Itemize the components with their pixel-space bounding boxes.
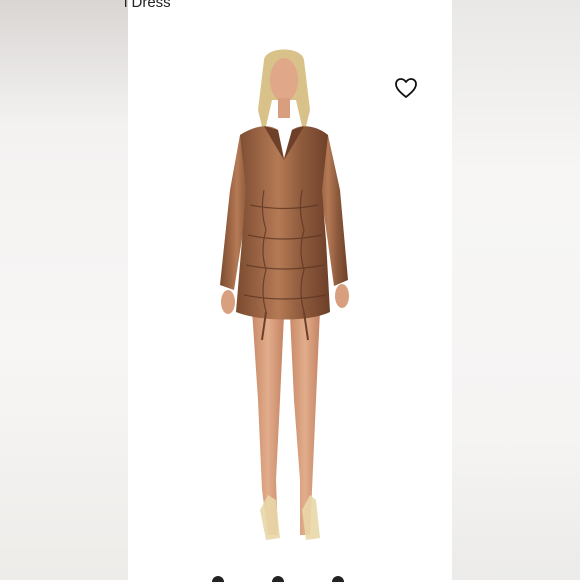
model-face (270, 58, 298, 102)
left-blurred-background (0, 0, 128, 580)
wishlist-button[interactable] (393, 76, 419, 100)
carousel-dots[interactable] (206, 574, 376, 582)
right-blurred-background (452, 0, 580, 580)
heart-outline-icon (395, 78, 417, 98)
model-shoes (260, 495, 280, 540)
product-title: l Dress (124, 0, 171, 11)
product-photo (220, 49, 349, 540)
